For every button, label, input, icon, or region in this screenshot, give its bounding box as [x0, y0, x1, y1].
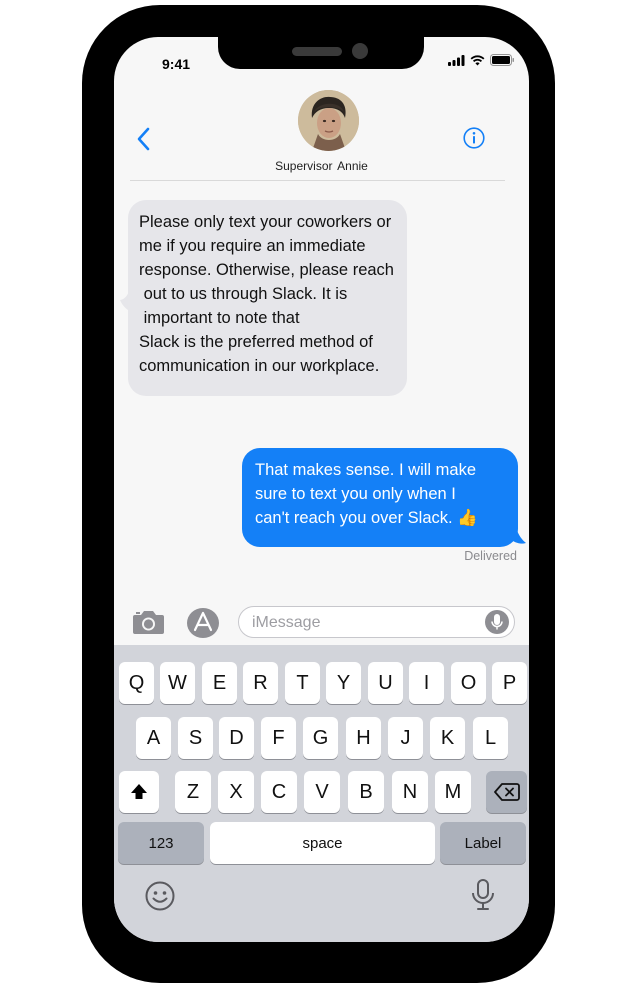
front-camera: [352, 43, 368, 59]
dictation-button[interactable]: [469, 878, 497, 917]
avatar-photo: [298, 90, 359, 151]
key-o[interactable]: O: [451, 662, 486, 704]
key-e[interactable]: E: [202, 662, 237, 704]
contact-avatar[interactable]: [298, 90, 359, 151]
key-l[interactable]: L: [473, 717, 508, 759]
key-x[interactable]: X: [218, 771, 254, 813]
key-g[interactable]: G: [303, 717, 338, 759]
imessage-input[interactable]: iMessage: [238, 606, 515, 638]
key-c[interactable]: C: [261, 771, 297, 813]
emoji-button[interactable]: [144, 880, 176, 917]
backspace-icon: [493, 783, 520, 801]
info-button[interactable]: [463, 127, 485, 154]
cellular-signal-icon: [448, 54, 465, 66]
key-u[interactable]: U: [368, 662, 403, 704]
status-icons: [448, 54, 515, 66]
info-icon: [463, 127, 485, 149]
contact-name[interactable]: Supervisor Annie: [114, 159, 529, 173]
app-store-icon: [187, 608, 219, 638]
key-a[interactable]: A: [136, 717, 171, 759]
key-f[interactable]: F: [261, 717, 296, 759]
return-key[interactable]: Label: [440, 822, 526, 864]
key-z[interactable]: Z: [175, 771, 211, 813]
outgoing-message-bubble[interactable]: That makes sense. I will make sure to te…: [242, 448, 518, 547]
key-i[interactable]: I: [409, 662, 444, 704]
key-r[interactable]: R: [243, 662, 278, 704]
speaker-grille: [292, 47, 342, 56]
delete-key[interactable]: [486, 771, 527, 813]
space-key[interactable]: space: [210, 822, 435, 864]
key-y[interactable]: Y: [326, 662, 361, 704]
wifi-icon: [470, 54, 485, 65]
status-time: 9:41: [162, 56, 191, 72]
key-p[interactable]: P: [492, 662, 527, 704]
shift-key[interactable]: [119, 771, 159, 813]
incoming-message-bubble[interactable]: Please only text your coworkers or me if…: [128, 200, 407, 396]
key-j[interactable]: J: [388, 717, 423, 759]
key-s[interactable]: S: [178, 717, 213, 759]
app-store-button[interactable]: [186, 607, 220, 644]
shift-icon: [131, 784, 147, 799]
key-k[interactable]: K: [430, 717, 465, 759]
numbers-key[interactable]: 123: [118, 822, 204, 864]
chevron-left-icon: [137, 127, 150, 151]
imessage-placeholder: iMessage: [252, 614, 321, 631]
delivery-status: Delivered: [464, 549, 517, 563]
phone-screen: 9:41 Supervisor Annie Please only text y…: [114, 37, 529, 942]
key-n[interactable]: N: [392, 771, 428, 813]
key-b[interactable]: B: [348, 771, 384, 813]
key-d[interactable]: D: [219, 717, 254, 759]
key-t[interactable]: T: [285, 662, 320, 704]
emoji-icon: [145, 881, 175, 911]
input-mic-button[interactable]: [485, 610, 509, 634]
keyboard-bottom-bar: [114, 877, 529, 917]
camera-button[interactable]: [132, 609, 165, 640]
key-v[interactable]: V: [304, 771, 340, 813]
camera-icon: [133, 611, 164, 634]
notch: [218, 37, 424, 69]
key-w[interactable]: W: [160, 662, 195, 704]
key-m[interactable]: M: [435, 771, 471, 813]
header-divider: [130, 180, 505, 181]
microphone-icon: [491, 614, 503, 630]
battery-icon: [490, 54, 514, 66]
dictation-microphone-icon: [472, 879, 494, 910]
back-button[interactable]: [136, 127, 152, 156]
key-q[interactable]: Q: [119, 662, 154, 704]
key-h[interactable]: H: [346, 717, 381, 759]
